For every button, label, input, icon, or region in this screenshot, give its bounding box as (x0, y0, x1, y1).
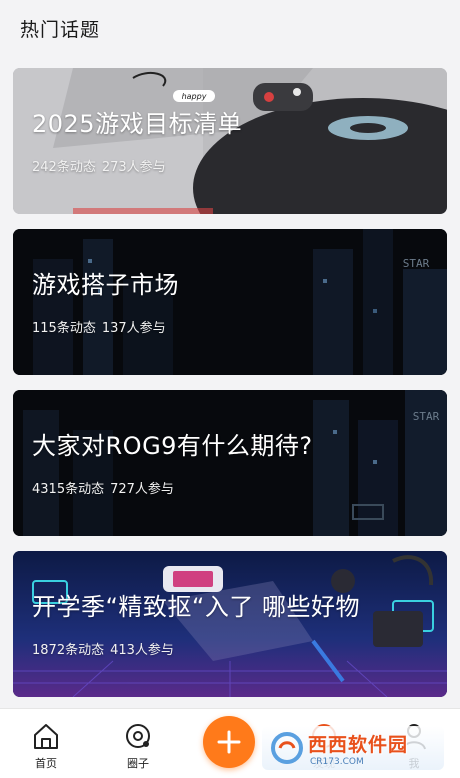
topic-card-2[interactable]: STAR 游戏搭子市场 115条动态 137人参与 (13, 229, 447, 375)
topic-card-4-stats: 1872条动态 413人参与 (32, 639, 174, 658)
topic-card-2-stats: 115条动态 137人参与 (32, 317, 166, 336)
topic-card-2-participants: 137人参与 (101, 321, 166, 336)
home-icon (34, 724, 58, 749)
nav-item-circle[interactable]: 圈子 (110, 721, 166, 775)
topic-card-3-artwork: STAR (13, 390, 447, 536)
watermark-title: 西西软件园 (308, 733, 409, 756)
plus-icon (217, 730, 241, 754)
topic-card-2-posts: 115条动态 (32, 321, 96, 336)
nav-item-home[interactable]: 首页 (18, 721, 74, 775)
topic-card-3-sign: STAR (413, 410, 440, 423)
topic-card-4-artwork (13, 551, 447, 697)
watermark-logo-icon (271, 732, 303, 764)
topic-card-4[interactable]: 开学季“精致抠“入了 哪些好物 1872条动态 413人参与 (13, 551, 447, 697)
nav-item-home-label: 首页 (35, 757, 57, 770)
svg-text:happy: happy (182, 92, 207, 101)
nav-item-circle-label: 圈子 (127, 757, 149, 770)
topic-card-1[interactable]: happy 2025游戏目标清单 242条动态 273人参与 (13, 68, 447, 214)
topic-card-3-posts: 4315条动态 (32, 482, 105, 497)
page-header: 热门话题 (0, 0, 460, 56)
topic-card-4-participants: 413人参与 (110, 643, 174, 658)
topic-card-3-stats: 4315条动态 727人参与 (32, 478, 174, 497)
topic-card-4-title: 开学季“精致抠“入了 哪些好物 (32, 593, 360, 621)
topic-card-3-participants: 727人参与 (110, 482, 174, 497)
topic-card-4-posts: 1872条动态 (32, 643, 105, 658)
topic-card-1-posts: 242条动态 (32, 160, 96, 175)
site-watermark: 西西软件园 CR173.COM (262, 726, 444, 770)
topic-card-1-artwork: happy (13, 68, 447, 214)
topic-card-1-title: 2025游戏目标清单 (32, 110, 243, 138)
create-post-button[interactable] (203, 716, 255, 768)
circle-icon (126, 724, 150, 748)
watermark-domain: CR173.COM (310, 756, 364, 767)
topic-card-2-sign: STAR (403, 257, 430, 270)
topic-card-3[interactable]: STAR 大家对ROG9有什么期待? 4315条动态 727人参与 (13, 390, 447, 536)
topic-card-2-artwork: STAR (13, 229, 447, 375)
topic-card-2-title: 游戏搭子市场 (32, 271, 179, 299)
hot-topics-page: 热门话题 happy 2025游戏目标清单 242条动态 273人参与 STAR… (0, 0, 460, 778)
topic-card-1-stats: 242条动态 273人参与 (32, 156, 166, 175)
topic-card-1-participants: 273人参与 (101, 160, 166, 175)
topic-card-3-title: 大家对ROG9有什么期待? (32, 432, 313, 460)
page-title: 热门话题 (20, 18, 101, 41)
